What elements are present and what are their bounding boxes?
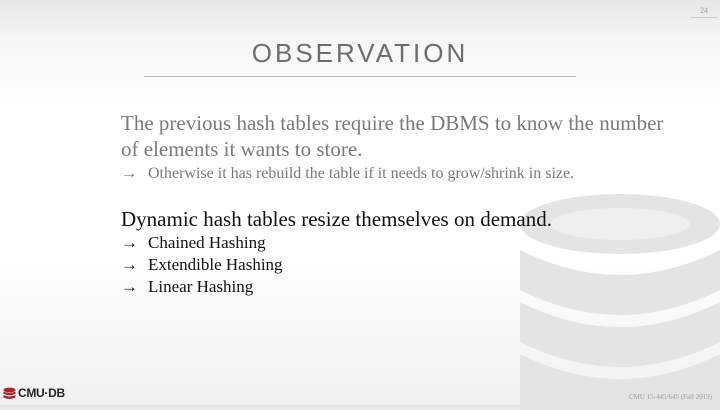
point-1-sub-item: → Otherwise it has rebuild the table if … bbox=[121, 163, 681, 185]
database-logo-icon bbox=[3, 387, 16, 399]
point-2-sub-text: Chained Hashing bbox=[148, 233, 266, 252]
point-2-sub-item: → Linear Hashing bbox=[121, 276, 681, 298]
footer-course: CMU 15-445/645 (Fall 2019) bbox=[628, 393, 712, 401]
point-1: The previous hash tables require the DBM… bbox=[121, 111, 664, 161]
slide-number: 24 bbox=[700, 6, 708, 15]
arrow-icon: → bbox=[121, 165, 137, 182]
point-1-sub-text: Otherwise it has rebuild the table if it… bbox=[148, 165, 575, 182]
slide-content: The previous hash tables require the DBM… bbox=[121, 110, 681, 298]
slide-number-divider bbox=[690, 17, 718, 18]
arrow-icon: → bbox=[121, 255, 138, 274]
point-2-sub-text: Extendible Hashing bbox=[148, 255, 283, 274]
cmu-db-logo: CMU·DB bbox=[3, 386, 65, 400]
logo-text: CMU·DB bbox=[18, 386, 65, 400]
point-2-sub-item: → Extendible Hashing bbox=[121, 254, 681, 276]
title-divider bbox=[144, 76, 576, 77]
point-2: Dynamic hash tables resize themselves on… bbox=[121, 207, 552, 231]
point-2-sub-item: → Chained Hashing bbox=[121, 232, 681, 254]
arrow-icon: → bbox=[121, 233, 138, 252]
slide-title: OBSERVATION bbox=[251, 38, 469, 68]
point-2-sub-text: Linear Hashing bbox=[148, 277, 254, 296]
arrow-icon: → bbox=[121, 277, 138, 296]
